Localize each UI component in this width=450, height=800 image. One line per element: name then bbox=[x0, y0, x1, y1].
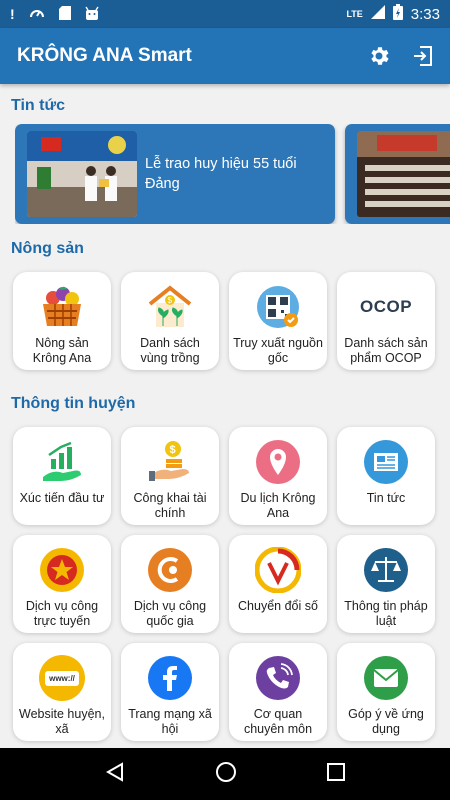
agri-item-ocop[interactable]: OCOP Danh sách sản phẩm OCOP bbox=[337, 272, 435, 370]
district-item-tourism[interactable]: Du lịch Krông Ana bbox=[229, 427, 327, 525]
news-photo bbox=[27, 131, 137, 217]
national-public-service-icon bbox=[147, 547, 193, 593]
agri-item-label: Danh sách sản phẩm OCOP bbox=[344, 336, 428, 365]
network-type: LTE bbox=[346, 9, 363, 19]
district-item-label: Xúc tiến đầu tư bbox=[19, 491, 105, 505]
district-item-feedback[interactable]: Góp ý về ứng dụng bbox=[337, 643, 435, 741]
district-item-label: Chuyển đổi số bbox=[238, 599, 318, 613]
home-icon[interactable] bbox=[215, 761, 237, 788]
district-item-online-service[interactable]: Dịch vụ công trực tuyến bbox=[13, 535, 111, 633]
scales-icon bbox=[363, 547, 409, 593]
agri-item-produce[interactable]: Nông sản Krông Ana bbox=[13, 272, 111, 370]
status-bar: ! LTE 3:33 bbox=[0, 0, 450, 28]
news-card[interactable] bbox=[345, 124, 450, 224]
plant-house-icon: $ bbox=[147, 284, 193, 330]
news-photo bbox=[357, 131, 450, 217]
qr-trace-icon bbox=[255, 284, 301, 330]
district-item-label: Website huyện, xã bbox=[19, 707, 105, 736]
online-public-service-icon bbox=[39, 547, 85, 593]
district-item-label: Thông tin pháp luật bbox=[344, 599, 428, 628]
recents-icon[interactable] bbox=[326, 762, 346, 787]
investment-growth-icon bbox=[39, 439, 85, 485]
system-nav-bar bbox=[0, 748, 450, 800]
district-item-law[interactable]: Thông tin pháp luật bbox=[337, 535, 435, 633]
agri-item-label: Truy xuất nguồn gốc bbox=[233, 336, 323, 365]
district-item-label: Dịch vụ công trực tuyến bbox=[25, 599, 99, 628]
svg-text:$: $ bbox=[170, 444, 176, 456]
district-item-label: Góp ý về ứng dụng bbox=[348, 707, 424, 736]
location-pin-icon bbox=[255, 439, 301, 485]
agri-item-label: Nông sản Krông Ana bbox=[32, 336, 92, 365]
agri-item-label: Danh sách vùng trồng bbox=[140, 336, 200, 365]
district-item-news[interactable]: Tin tức bbox=[337, 427, 435, 525]
district-item-website[interactable]: www:// Website huyện, xã bbox=[13, 643, 111, 741]
district-item-label: Dịch vụ công quốc gia bbox=[133, 599, 207, 628]
district-item-label: Cơ quan chuyên môn bbox=[243, 707, 313, 736]
clock: 3:33 bbox=[410, 5, 440, 23]
news-carousel[interactable]: Lễ trao huy hiệu 55 tuổi Đảng bbox=[15, 124, 450, 224]
agriculture-section-title: Nông sản bbox=[11, 240, 84, 257]
sd-card-icon bbox=[58, 5, 71, 23]
settings-gear-icon[interactable] bbox=[366, 43, 392, 69]
district-item-investment[interactable]: Xúc tiến đầu tư bbox=[13, 427, 111, 525]
ocop-logo-icon: OCOP bbox=[359, 297, 413, 316]
app-title: KRÔNG ANA Smart bbox=[17, 45, 192, 66]
news-section-title: Tin tức bbox=[11, 97, 65, 114]
district-item-social[interactable]: Trang mạng xã hội bbox=[121, 643, 219, 741]
district-item-national-service[interactable]: Dịch vụ công quốc gia bbox=[121, 535, 219, 633]
fruit-basket-icon bbox=[39, 284, 85, 330]
news-card[interactable]: Lễ trao huy hiệu 55 tuổi Đảng bbox=[15, 124, 335, 224]
www-icon: www:// bbox=[39, 655, 85, 701]
district-item-finance[interactable]: $ Công khai tài chính bbox=[121, 427, 219, 525]
district-item-label: Du lịch Krông Ana bbox=[240, 491, 316, 520]
coin-hand-icon: $ bbox=[147, 439, 193, 485]
app-bar: KRÔNG ANA Smart bbox=[0, 28, 450, 84]
svg-text:$: $ bbox=[168, 296, 173, 305]
alert-icon: ! bbox=[10, 6, 15, 22]
district-item-label: Trang mạng xã hội bbox=[128, 707, 212, 736]
facebook-icon bbox=[147, 655, 193, 701]
signal-icon bbox=[370, 5, 385, 23]
battery-icon bbox=[392, 4, 403, 24]
mail-icon bbox=[363, 655, 409, 701]
agri-item-growing-areas[interactable]: $ Danh sách vùng trồng bbox=[121, 272, 219, 370]
digital-transformation-icon bbox=[255, 547, 301, 593]
district-section-title: Thông tin huyện bbox=[11, 395, 136, 412]
logout-icon[interactable] bbox=[410, 43, 436, 69]
phone-call-icon bbox=[255, 655, 301, 701]
android-icon bbox=[85, 6, 99, 23]
district-item-label: Tin tức bbox=[366, 491, 406, 505]
news-title: Lễ trao huy hiệu 55 tuổi Đảng bbox=[145, 156, 297, 192]
agri-item-traceability[interactable]: Truy xuất nguồn gốc bbox=[229, 272, 327, 370]
district-item-departments[interactable]: Cơ quan chuyên môn bbox=[229, 643, 327, 741]
district-item-digital[interactable]: Chuyển đổi số bbox=[229, 535, 327, 633]
district-item-label: Công khai tài chính bbox=[133, 491, 207, 520]
speed-icon bbox=[29, 6, 45, 23]
newspaper-icon bbox=[363, 439, 409, 485]
back-icon[interactable] bbox=[104, 761, 126, 788]
